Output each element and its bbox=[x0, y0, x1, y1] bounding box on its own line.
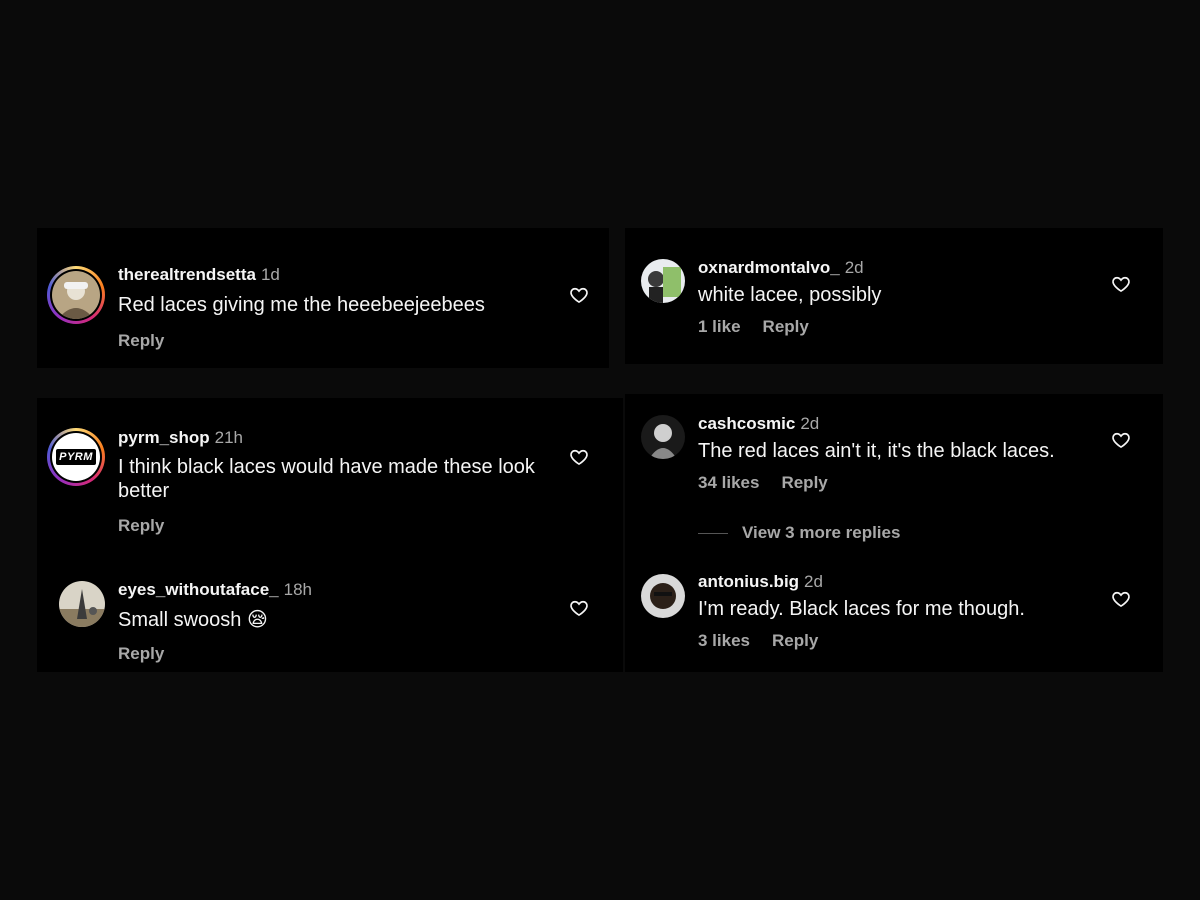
reply-button[interactable]: Reply bbox=[781, 473, 827, 492]
likes-count[interactable]: 1 like bbox=[698, 317, 741, 336]
comment-panel: cashcosmic 2d The red laces ain't it, it'… bbox=[625, 394, 1163, 672]
comment-panel: therealtrendsetta 1d Red laces giving me … bbox=[37, 228, 609, 368]
timestamp: 21h bbox=[214, 428, 244, 447]
username[interactable]: oxnardmontalvo_ bbox=[698, 258, 840, 277]
comment-text: I think black laces would have made thes… bbox=[118, 456, 535, 502]
view-more-replies-label: View 3 more replies bbox=[742, 523, 901, 542]
comment-text: Small swoosh bbox=[118, 609, 242, 631]
heart-outline-icon[interactable] bbox=[1111, 589, 1131, 609]
comment-panel: PYRM pyrm_shop 21h I think black laces wo… bbox=[37, 398, 623, 672]
avatar[interactable] bbox=[641, 259, 685, 303]
comment-text: white lacee, possibly bbox=[698, 284, 882, 306]
heart-outline-icon[interactable] bbox=[1111, 274, 1131, 294]
reply-button[interactable]: Reply bbox=[763, 317, 809, 336]
avatar[interactable] bbox=[641, 574, 685, 618]
reply-button[interactable]: Reply bbox=[118, 644, 164, 663]
reply-button[interactable]: Reply bbox=[772, 631, 818, 650]
username[interactable]: eyes_withoutaface_ bbox=[118, 580, 279, 599]
username[interactable]: antonius.big bbox=[698, 572, 799, 591]
avatar-photo bbox=[52, 271, 100, 319]
heart-outline-icon[interactable] bbox=[569, 447, 589, 467]
likes-count[interactable]: 3 likes bbox=[698, 631, 750, 650]
sleepy-face-emoji: 😪 bbox=[246, 607, 268, 631]
likes-count[interactable]: 34 likes bbox=[698, 473, 759, 492]
timestamp: 2d bbox=[804, 572, 823, 591]
avatar-logo-text: PYRM bbox=[56, 449, 96, 465]
avatar[interactable]: PYRM bbox=[47, 428, 105, 486]
heart-outline-icon[interactable] bbox=[569, 285, 589, 305]
comment-text-row: Small swoosh 😪 bbox=[118, 607, 268, 632]
comment-text: The red laces ain't it, it's the black l… bbox=[698, 440, 1055, 462]
divider-line bbox=[698, 532, 728, 534]
timestamp: 1d bbox=[260, 265, 280, 284]
heart-outline-icon[interactable] bbox=[569, 598, 589, 618]
timestamp: 2d bbox=[800, 414, 820, 433]
comment-text: Red laces giving me the heeebeejeebees bbox=[118, 294, 485, 316]
avatar[interactable] bbox=[59, 581, 105, 627]
pyrm-logo: PYRM bbox=[52, 433, 100, 481]
timestamp: 2d bbox=[844, 258, 864, 277]
view-more-replies-button[interactable]: View 3 more replies bbox=[698, 523, 900, 543]
reply-button[interactable]: Reply bbox=[118, 331, 164, 350]
timestamp: 18h bbox=[283, 580, 313, 599]
comment-text: I'm ready. Black laces for me though. bbox=[698, 598, 1025, 620]
username[interactable]: therealtrendsetta bbox=[118, 265, 256, 284]
reply-button[interactable]: Reply bbox=[118, 516, 164, 535]
avatar[interactable] bbox=[641, 415, 685, 459]
heart-outline-icon[interactable] bbox=[1111, 430, 1131, 450]
username[interactable]: pyrm_shop bbox=[118, 428, 210, 447]
comment-panel: oxnardmontalvo_ 2d white lacee, possibly … bbox=[625, 228, 1163, 364]
username[interactable]: cashcosmic bbox=[698, 414, 795, 433]
avatar[interactable] bbox=[47, 266, 105, 324]
